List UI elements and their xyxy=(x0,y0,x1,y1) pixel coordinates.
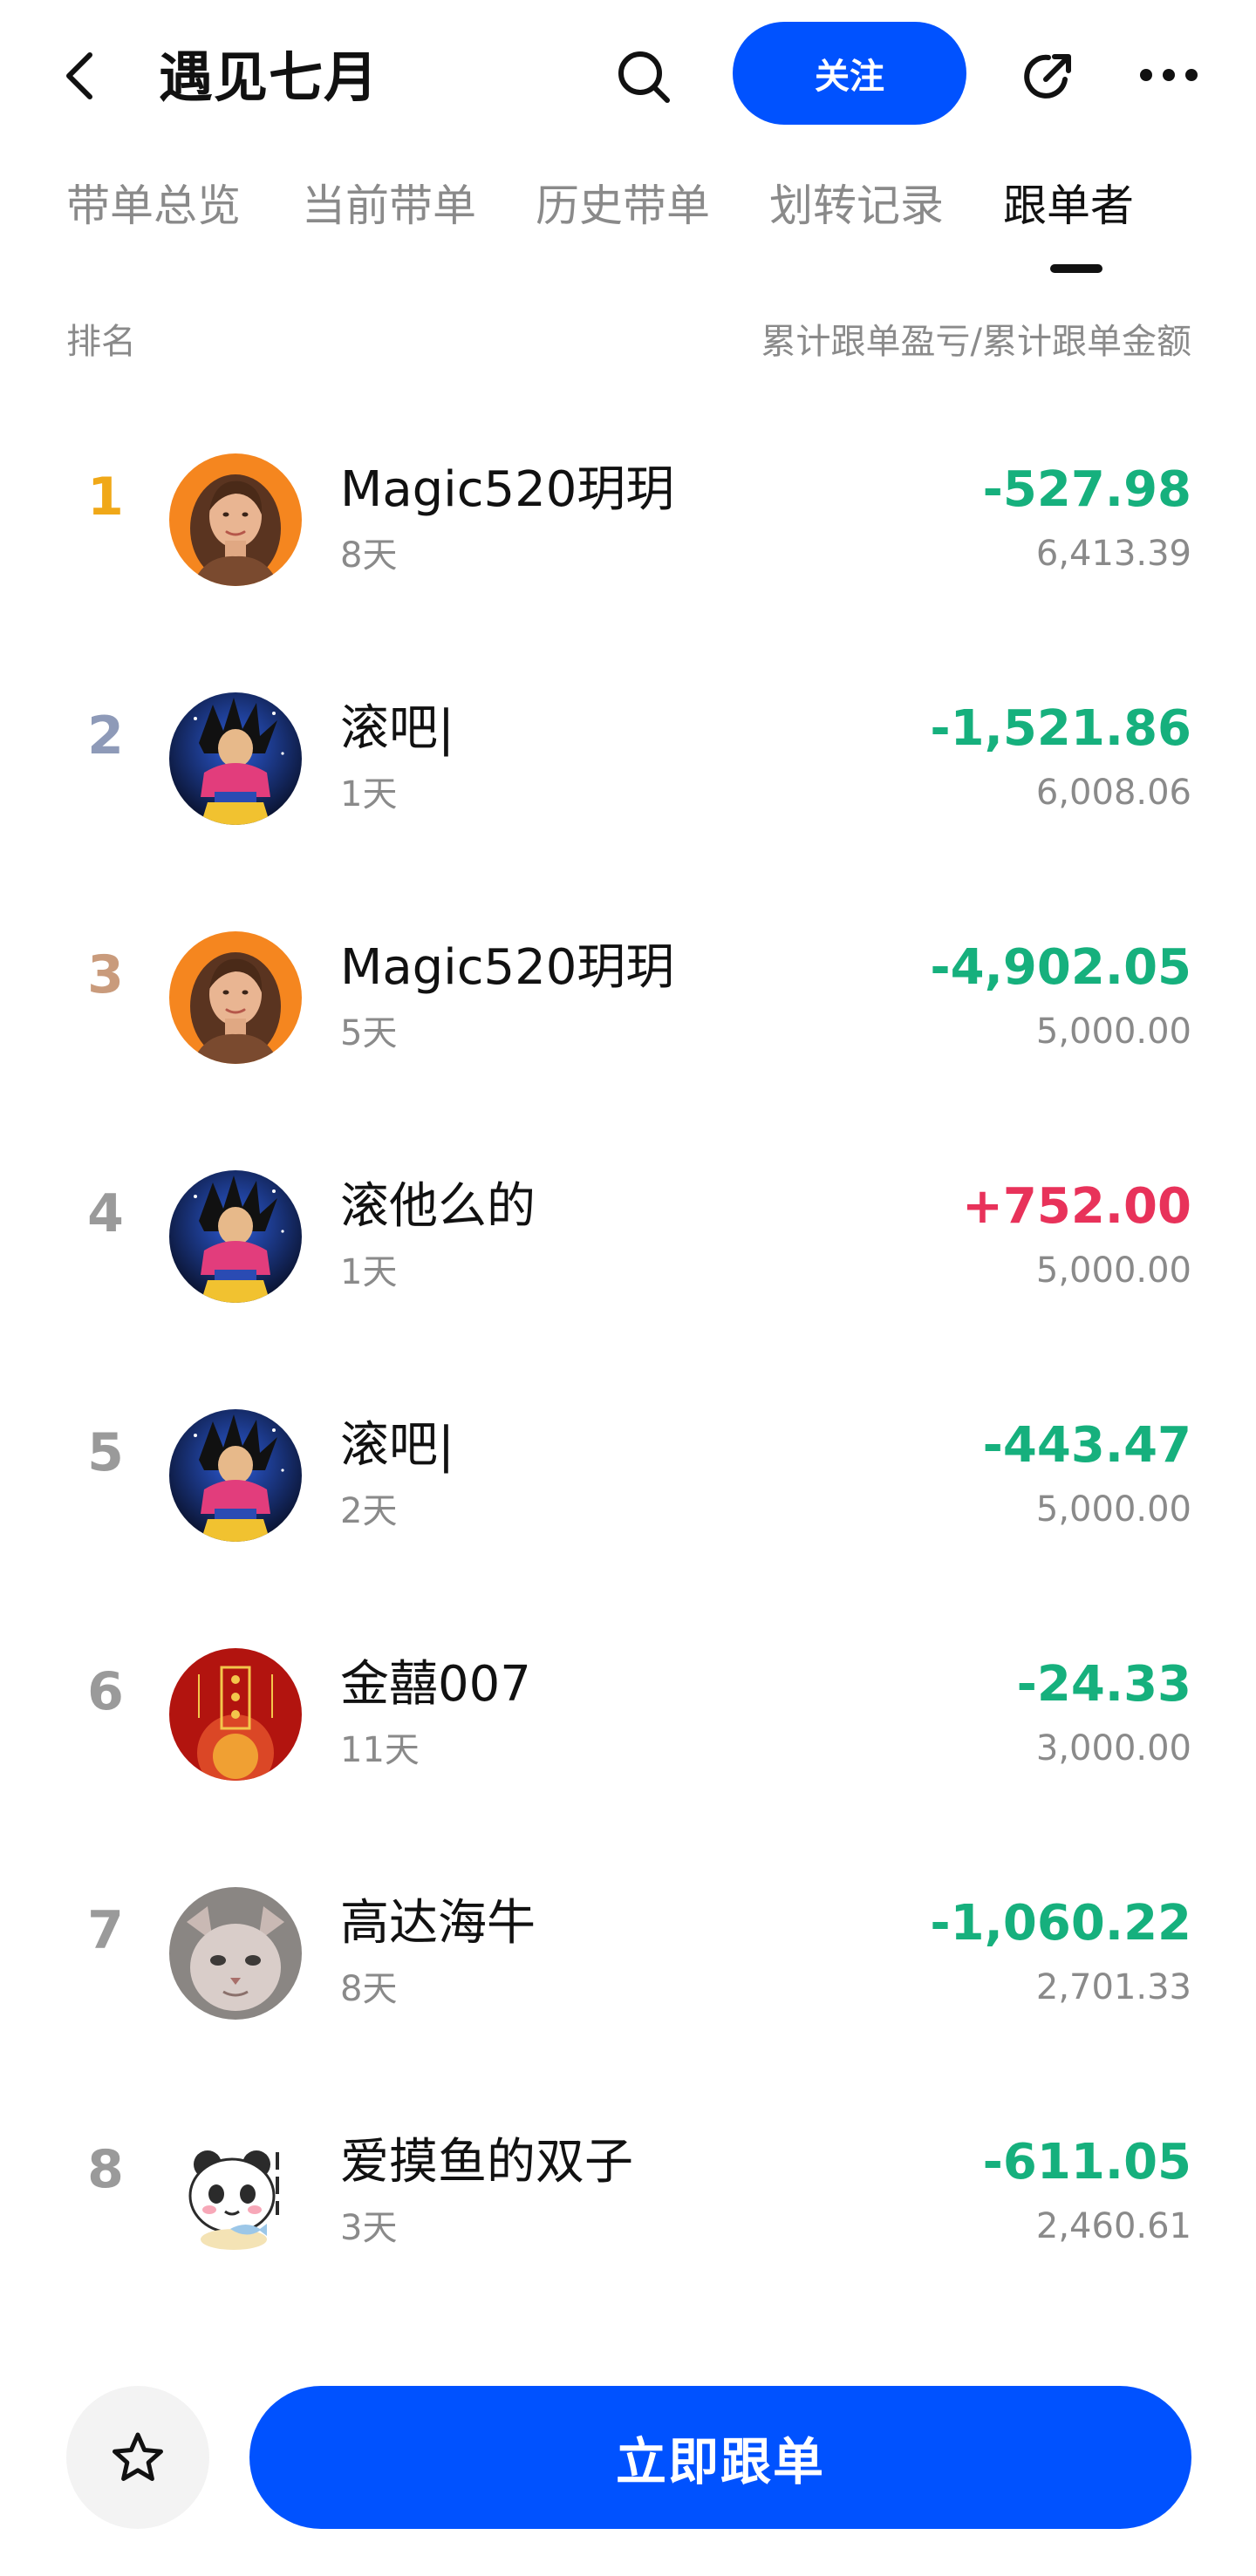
avatar[interactable] xyxy=(169,931,302,1064)
cumulative-amount: 5,000.00 xyxy=(1035,1251,1191,1291)
follower-row[interactable]: 6 金囍007 11天 -24.33 3,000.00 xyxy=(0,1578,1256,1817)
follower-name: 高达海牛 xyxy=(340,1895,536,1952)
tab-transfers[interactable]: 划转记录 xyxy=(769,179,944,233)
column-rank-label: 排名 xyxy=(66,322,136,362)
favorite-button[interactable] xyxy=(66,2386,209,2529)
follower-name: Magic520玥玥 xyxy=(340,461,675,518)
rank-number: 5 xyxy=(87,1422,124,1483)
follower-row[interactable]: 4 滚他么的 1天 +752.00 5,000.00 xyxy=(0,1101,1256,1339)
cumulative-pnl: -1,521.86 xyxy=(930,700,1191,757)
rank-number: 3 xyxy=(87,944,124,1005)
rank-number: 8 xyxy=(87,2139,124,2200)
follower-name: 滚吧| xyxy=(340,700,454,757)
follow-button[interactable]: 关注 xyxy=(733,22,966,125)
follower-name: 滚他么的 xyxy=(340,1178,536,1235)
follower-row[interactable]: 7 高达海牛 8天 -1,060.22 2,701.33 xyxy=(0,1817,1256,2056)
bottom-bar: 立即跟单 xyxy=(0,2355,1256,2576)
cumulative-amount: 6,413.39 xyxy=(1035,534,1191,574)
follower-row[interactable]: 3 Magic520玥玥 5天 -4,902.05 5,000.00 xyxy=(0,862,1256,1101)
follow-duration: 3天 xyxy=(340,2208,398,2248)
cumulative-pnl: -443.47 xyxy=(982,1417,1191,1474)
search-icon xyxy=(618,51,670,103)
follow-duration: 5天 xyxy=(340,1013,398,1053)
follow-duration: 8天 xyxy=(340,1969,398,2009)
cumulative-pnl: -611.05 xyxy=(982,2134,1191,2191)
follower-name: Magic520玥玥 xyxy=(340,939,675,996)
cumulative-amount: 5,000.00 xyxy=(1035,1012,1191,1052)
cumulative-amount: 3,000.00 xyxy=(1035,1728,1191,1768)
follower-name: 金囍007 xyxy=(340,1656,531,1713)
follow-duration: 11天 xyxy=(340,1730,420,1770)
column-metric-label: 累计跟单盈亏/累计跟单金额 xyxy=(761,322,1191,362)
search-button[interactable] xyxy=(611,44,677,110)
cumulative-amount: 2,460.61 xyxy=(1035,2206,1191,2246)
star-icon xyxy=(113,2432,163,2481)
cumulative-pnl: -24.33 xyxy=(1016,1656,1191,1713)
cumulative-amount: 2,701.33 xyxy=(1035,1967,1191,2007)
avatar[interactable] xyxy=(169,1887,302,2020)
follow-duration: 8天 xyxy=(340,535,398,576)
tab-followers[interactable]: 跟单者 xyxy=(1003,179,1134,233)
share-button[interactable] xyxy=(1015,44,1082,110)
header: 遇见七月 关注 xyxy=(0,0,1256,148)
more-icon xyxy=(1140,69,1198,81)
follow-duration: 1天 xyxy=(340,774,398,814)
tab-history[interactable]: 历史带单 xyxy=(536,179,710,233)
tab-bar: 带单总览 当前带单 历史带单 划转记录 跟单者 xyxy=(0,170,1256,283)
cumulative-pnl: +752.00 xyxy=(961,1178,1191,1235)
rank-number: 4 xyxy=(87,1183,124,1244)
cumulative-amount: 5,000.00 xyxy=(1035,1489,1191,1530)
cumulative-pnl: -1,060.22 xyxy=(930,1895,1191,1952)
follower-list: 1 Magic520玥玥 8天 -527.98 6,413.39 2 滚吧| 1… xyxy=(0,384,1256,2295)
more-button[interactable] xyxy=(1134,52,1204,98)
avatar[interactable] xyxy=(169,1648,302,1781)
cumulative-pnl: -4,902.05 xyxy=(930,939,1191,996)
follower-row[interactable]: 2 滚吧| 1天 -1,521.86 6,008.06 xyxy=(0,623,1256,862)
rank-number: 6 xyxy=(87,1661,124,1722)
avatar[interactable] xyxy=(169,453,302,586)
follower-row[interactable]: 8 爱摸鱼的双子 3天 -611.05 2,460.61 xyxy=(0,2056,1256,2295)
page-title: 遇见七月 xyxy=(159,45,379,109)
follow-now-button[interactable]: 立即跟单 xyxy=(249,2386,1191,2529)
back-button[interactable] xyxy=(58,45,101,106)
follower-name: 滚吧| xyxy=(340,1417,454,1474)
rank-number: 7 xyxy=(87,1900,124,1961)
tab-overview[interactable]: 带单总览 xyxy=(66,179,241,233)
cumulative-pnl: -527.98 xyxy=(982,461,1191,518)
follower-row[interactable]: 5 滚吧| 2天 -443.47 5,000.00 xyxy=(0,1339,1256,1578)
avatar[interactable] xyxy=(169,692,302,825)
share-icon xyxy=(1024,54,1071,99)
chevron-left-icon xyxy=(66,52,92,99)
follower-name: 爱摸鱼的双子 xyxy=(340,2134,633,2191)
rank-number: 1 xyxy=(87,467,124,528)
cumulative-amount: 6,008.06 xyxy=(1035,773,1191,813)
avatar[interactable] xyxy=(169,1409,302,1542)
tab-current[interactable]: 当前带单 xyxy=(302,179,476,233)
follower-row[interactable]: 1 Magic520玥玥 8天 -527.98 6,413.39 xyxy=(0,384,1256,623)
page: 遇见七月 关注 带单总览 当前带单 历史带单 划转记录 跟单者 排名 累计跟单盈… xyxy=(0,0,1256,2576)
follow-duration: 1天 xyxy=(340,1252,398,1292)
rank-number: 2 xyxy=(87,705,124,767)
active-tab-indicator xyxy=(1050,264,1102,273)
follow-duration: 2天 xyxy=(340,1491,398,1531)
avatar[interactable] xyxy=(169,2126,302,2259)
avatar[interactable] xyxy=(169,1170,302,1303)
